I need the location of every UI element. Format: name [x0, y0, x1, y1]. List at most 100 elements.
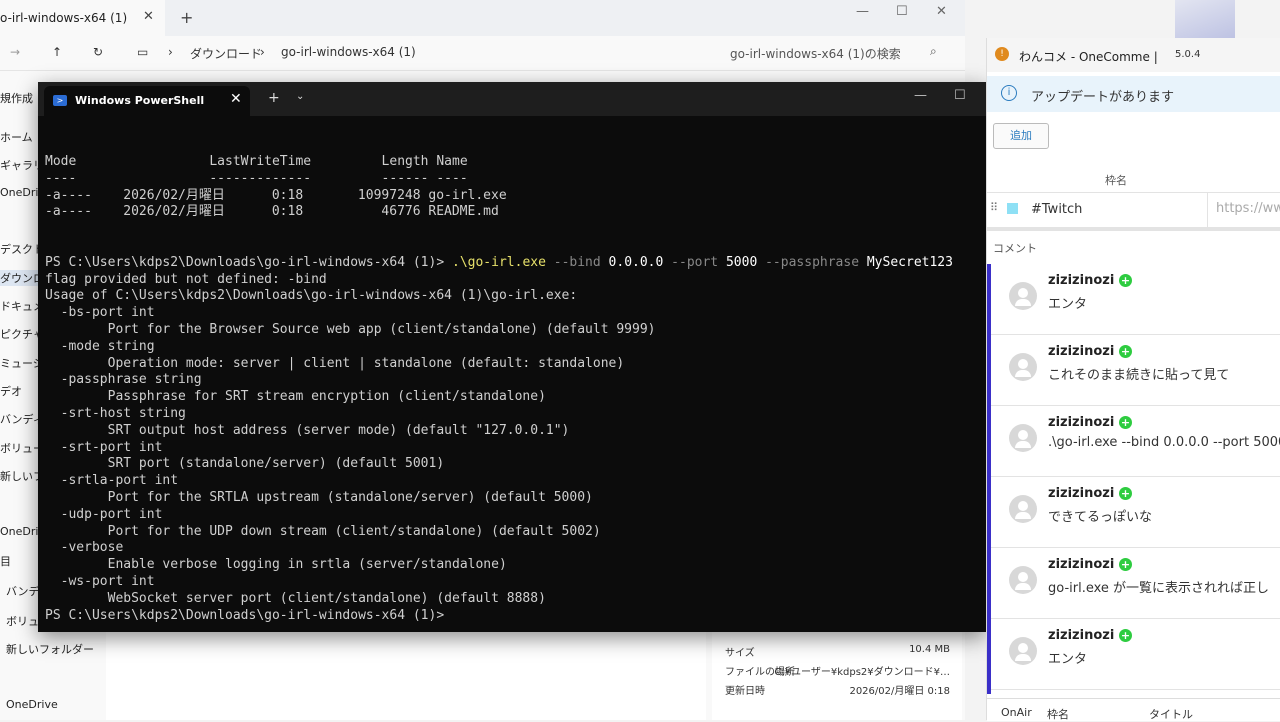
footer-onair: OnAir: [1001, 706, 1032, 719]
explorer-search[interactable]: go-irl-windows-x64 (1)の検索 ⌕: [712, 40, 952, 66]
comment-text: エンタ: [1048, 652, 1088, 667]
up-icon[interactable]: ↑: [52, 45, 62, 59]
chevron-right-icon: ›: [260, 45, 265, 59]
breadcrumb-folder[interactable]: go-irl-windows-x64 (1): [281, 45, 416, 59]
new-button[interactable]: 規作成: [0, 90, 33, 106]
frame-url-input[interactable]: https://www: [1207, 193, 1280, 227]
avatar: [1009, 424, 1037, 452]
detail-label: 更新日時: [725, 686, 765, 697]
frame-table-header: 枠名: [987, 164, 1280, 192]
output-line: Port for the UDP down stream (client/sta…: [45, 523, 601, 539]
monitor-icon[interactable]: ▭: [137, 45, 148, 59]
frame-name[interactable]: #Twitch: [1031, 202, 1082, 217]
output-line: -srtla-port int: [45, 473, 179, 489]
output-line: -ws-port int: [45, 573, 155, 589]
comment-user: zizizinozi: [1048, 273, 1115, 288]
comment-user: zizizinozi: [1048, 486, 1115, 501]
explorer-tab[interactable]: o-irl-windows-x64 (1) ✕: [0, 0, 165, 36]
output-line: WebSocket server port (client/standalone…: [45, 590, 546, 606]
member-badge-icon: +: [1119, 416, 1132, 429]
output-line: Passphrase for SRT stream encryption (cl…: [45, 389, 546, 405]
drag-handle-icon[interactable]: ⠿: [990, 201, 998, 214]
detail-value: C:¥ユーザー¥kdps2¥ダウンロード¥…: [774, 667, 950, 678]
terminal-title-bar: > Windows PowerShell ✕ + ⌄ — ☐: [38, 82, 986, 116]
onecomme-logo-icon: !: [995, 47, 1009, 61]
update-banner[interactable]: i アップデートがあります: [987, 76, 1280, 112]
output-line: Usage of C:\Users\kdps2\Downloads\go-irl…: [45, 288, 578, 304]
powershell-window[interactable]: > Windows PowerShell ✕ + ⌄ — ☐ Mode Last…: [38, 82, 986, 632]
comment-user: zizizinozi: [1048, 344, 1115, 359]
minimize-button[interactable]: —: [856, 4, 869, 19]
info-icon: i: [1001, 85, 1017, 101]
frame-row[interactable]: ⠿ #Twitch https://www: [987, 192, 1280, 231]
prompt: PS C:\Users\kdps2\Downloads\go-irl-windo…: [45, 254, 452, 270]
comment-text: .\go-irl.exe --bind 0.0.0.0 --port 5000: [1048, 435, 1280, 450]
sidebar-item-home[interactable]: ホーム: [0, 129, 33, 145]
powershell-icon: >: [53, 95, 67, 106]
terminal-tab[interactable]: > Windows PowerShell ✕: [44, 86, 250, 116]
sidebar-item-new-folder-2[interactable]: 新しいフォルダー: [6, 641, 94, 657]
output-line: -passphrase string: [45, 372, 202, 388]
comment-list[interactable]: zizizinozi + エンタ zizizinozi + これそのまま続きに貼…: [987, 264, 1280, 694]
member-badge-icon: +: [1119, 274, 1132, 287]
close-icon[interactable]: ✕: [230, 91, 242, 107]
listing-line: -a---- 2026/02/月曜日 0:18 10997248 go-irl.…: [45, 187, 507, 203]
breadcrumb-downloads[interactable]: ダウンロード: [190, 45, 262, 62]
details-pane: サイズ 10.4 MB ファイルの場所 C:¥ユーザー¥kdps2¥ダウンロード…: [712, 632, 962, 720]
output-line: Port for the SRTLA upstream (standalone/…: [45, 489, 593, 505]
output-line: -mode string: [45, 338, 155, 354]
comment-item[interactable]: zizizinozi + できてるっぽいな: [991, 477, 1280, 548]
detail-row-modified: 更新日時 2026/02/月曜日 0:18: [725, 682, 960, 697]
onecomme-title: わんコメ - OneComme |: [1019, 50, 1158, 64]
comment-user: zizizinozi: [1048, 628, 1115, 643]
command-value: 0.0.0.0: [608, 254, 664, 270]
output-line: SRT port (standalone/server) (default 50…: [45, 456, 445, 472]
detail-row-size: サイズ 10.4 MB: [725, 644, 960, 659]
avatar: [1009, 637, 1037, 665]
output-line: PS C:\Users\kdps2\Downloads\go-irl-windo…: [45, 607, 445, 623]
maximize-button[interactable]: ☐: [954, 88, 966, 103]
sidebar-item-onedrive-3[interactable]: OneDrive: [6, 698, 58, 711]
comment-user: zizizinozi: [1048, 557, 1115, 572]
avatar: [1009, 566, 1037, 594]
member-badge-icon: +: [1119, 487, 1132, 500]
refresh-icon[interactable]: ↻: [93, 45, 103, 59]
comment-item[interactable]: zizizinozi + .\go-irl.exe --bind 0.0.0.0…: [991, 406, 1280, 477]
frame-color-swatch[interactable]: [1007, 203, 1018, 214]
explorer-tab-title: o-irl-windows-x64 (1): [0, 11, 128, 25]
comment-item[interactable]: zizizinozi + これそのまま続きに貼って見て: [991, 335, 1280, 406]
minimize-button[interactable]: —: [914, 88, 927, 103]
comment-text: go-irl.exe が一覧に表示されれば正し: [1048, 581, 1270, 596]
chevron-down-icon[interactable]: ⌄: [296, 91, 304, 102]
avatar: [1009, 353, 1037, 381]
new-tab-button[interactable]: +: [180, 8, 193, 27]
add-button[interactable]: 追加: [993, 123, 1049, 149]
command-flag: --passphrase: [757, 254, 867, 270]
comment-text: エンタ: [1048, 297, 1088, 312]
detail-value: 10.4 MB: [909, 644, 950, 655]
search-placeholder: go-irl-windows-x64 (1)の検索: [730, 47, 901, 61]
forward-icon[interactable]: →: [10, 45, 20, 59]
maximize-button[interactable]: ☐: [896, 4, 908, 19]
new-tab-button[interactable]: +: [268, 90, 280, 106]
member-badge-icon: +: [1119, 558, 1132, 571]
listing-line: -a---- 2026/02/月曜日 0:18 46776 README.md: [45, 204, 499, 220]
listing-line: ---- ------------- ------ ----: [45, 170, 468, 186]
comment-item[interactable]: zizizinozi + エンタ: [991, 264, 1280, 335]
comment-item[interactable]: zizizinozi + go-irl.exe が一覧に表示されれば正し: [991, 548, 1280, 619]
output-line: Operation mode: server | client | standa…: [45, 355, 625, 371]
command-value: MySecret123: [866, 254, 953, 270]
avatar: [1009, 495, 1037, 523]
close-window-button[interactable]: ✕: [936, 4, 947, 19]
explorer-tab-bar: o-irl-windows-x64 (1) ✕ + — ☐ ✕: [0, 0, 965, 36]
onecomme-title-bar: ! わんコメ - OneComme | 5.0.4: [987, 38, 1280, 72]
sidebar-item-videos[interactable]: デオ: [0, 383, 22, 399]
terminal-output[interactable]: Mode LastWriteTime Length Name ---- ----…: [45, 154, 985, 624]
close-icon[interactable]: ✕: [143, 9, 154, 24]
output-line: SRT output host address (server mode) (d…: [45, 422, 570, 438]
detail-row-location: ファイルの場所 C:¥ユーザー¥kdps2¥ダウンロード¥…: [725, 663, 960, 678]
file-list-area[interactable]: [106, 632, 706, 720]
comment-text: できてるっぽいな: [1048, 510, 1153, 525]
sidebar-item-misc[interactable]: 目: [0, 553, 11, 569]
comment-item[interactable]: zizizinozi + エンタ: [991, 619, 1280, 690]
